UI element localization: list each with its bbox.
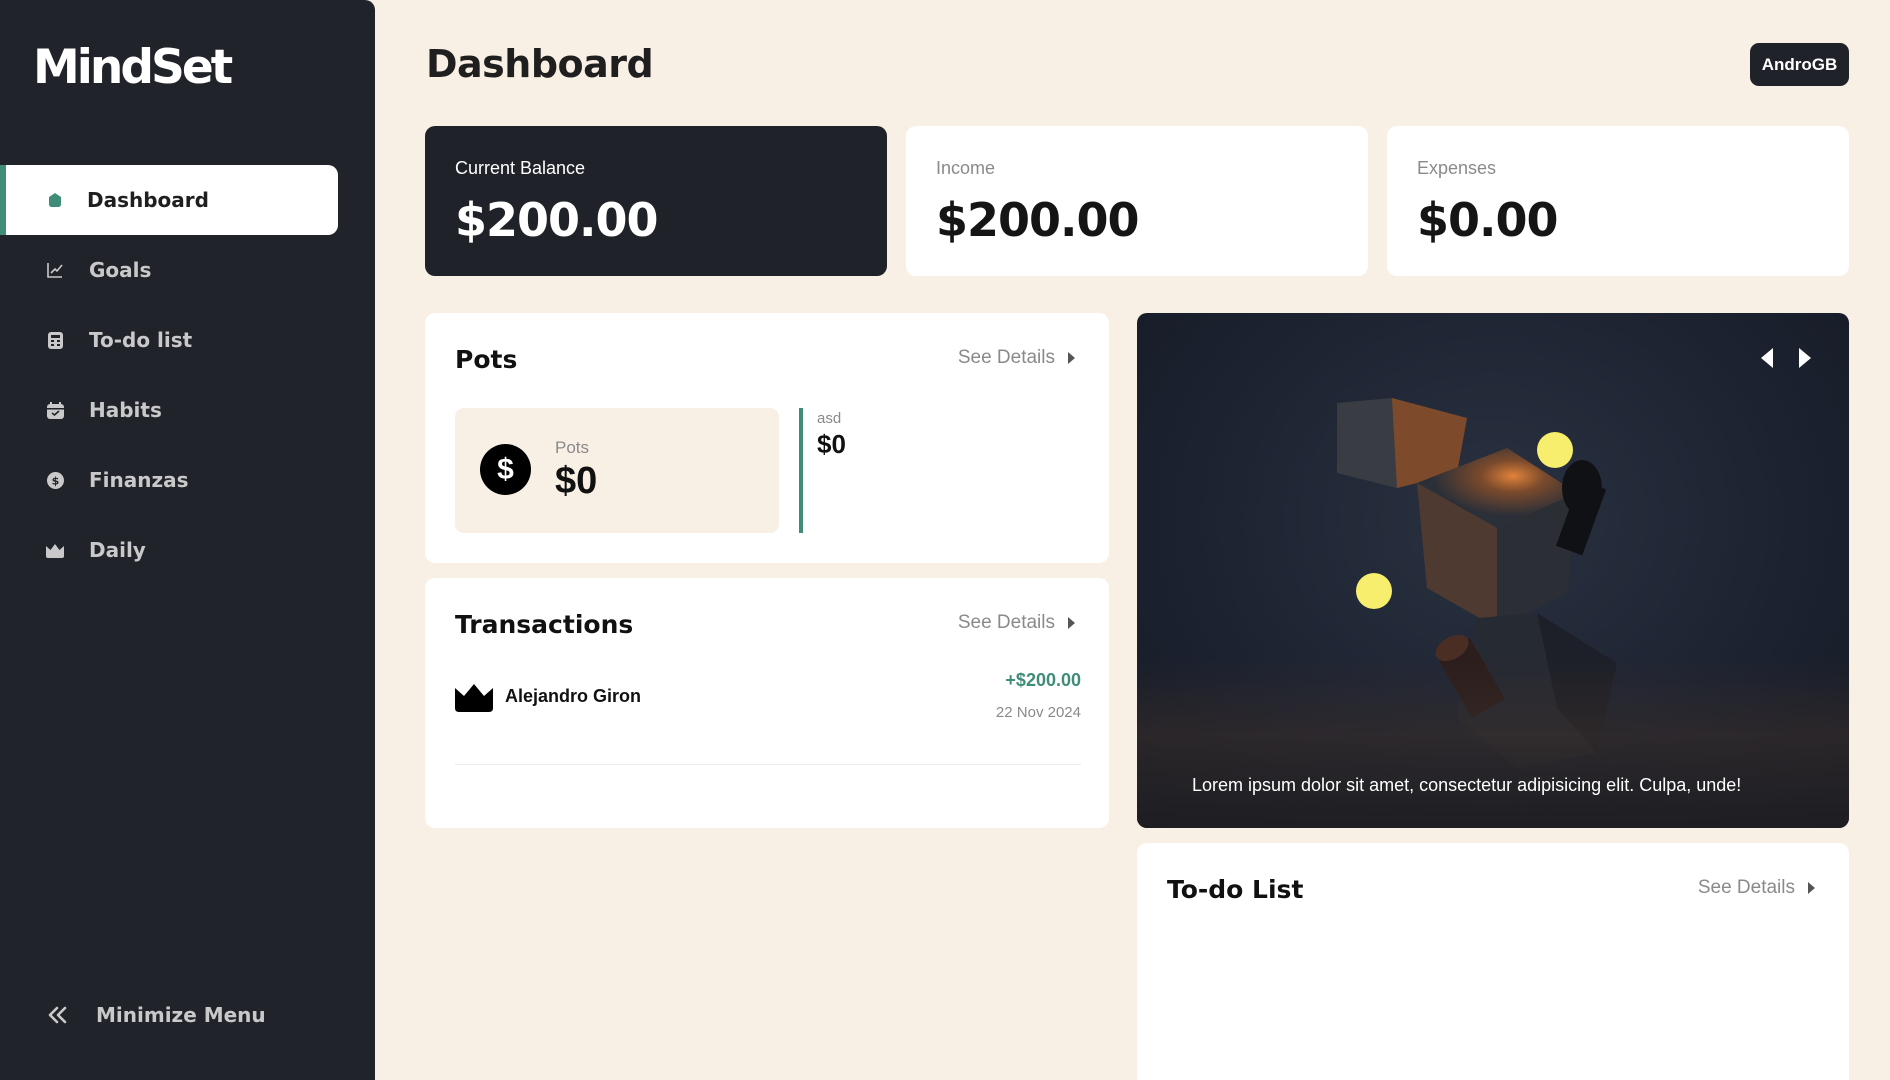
sidebar-item-label: Daily (89, 538, 146, 562)
pots-see-details-link[interactable]: See Details (958, 347, 1075, 369)
caret-right-icon (1807, 882, 1815, 894)
todo-see-details-link[interactable]: See Details (1698, 877, 1815, 899)
calculator-icon (46, 331, 64, 349)
pot-item-value: $0 (817, 429, 846, 459)
panel-title: Transactions (455, 610, 634, 639)
minimize-menu-button[interactable]: Minimize Menu (48, 1003, 266, 1027)
double-chevron-left-icon (48, 1003, 72, 1027)
transaction-name: Alejandro Giron (505, 686, 642, 706)
sidebar-item-daily[interactable]: Daily (0, 515, 338, 585)
transaction-amount: +$200.00 (1005, 670, 1081, 690)
caret-right-icon[interactable] (1799, 348, 1811, 368)
sidebar-item-todo[interactable]: To-do list (0, 305, 338, 375)
current-balance-card: Current Balance $200.00 (425, 126, 887, 276)
circle-icon (46, 191, 64, 209)
sidebar-item-goals[interactable]: Goals (0, 235, 338, 305)
hero-caption: Lorem ipsum dolor sit amet, consectetur … (1192, 775, 1742, 795)
see-details-label: See Details (1697, 877, 1795, 898)
sidebar-nav: Dashboard Goals To-do list Habits $ Fina… (0, 165, 338, 585)
stat-label: Current Balance (455, 158, 586, 178)
sidebar-item-label: To-do list (89, 328, 193, 352)
sidebar-item-label: Goals (89, 258, 152, 282)
transaction-row[interactable]: Alejandro Giron +$200.00 22 Nov 2024 (455, 670, 1081, 765)
user-badge[interactable]: AndroGB (1750, 43, 1849, 86)
dollar-circle-icon: $ (46, 471, 64, 489)
sidebar-item-label: Habits (89, 398, 162, 422)
app-logo[interactable]: MindSet (33, 40, 233, 95)
stat-label: Expenses (1417, 158, 1497, 178)
see-details-label: See Details (957, 347, 1055, 368)
svg-text:$: $ (51, 474, 59, 487)
pot-label: Pots (555, 438, 590, 457)
pot-item[interactable]: asd $0 (799, 408, 846, 533)
panel-title: To-do List (1167, 875, 1304, 904)
caret-left-icon[interactable] (1761, 348, 1773, 368)
hero-carousel: Lorem ipsum dolor sit amet, consectetur … (1137, 313, 1849, 828)
crown-icon (455, 682, 493, 712)
sidebar-item-label: Dashboard (87, 188, 209, 212)
hero-floor-gradient (1137, 658, 1849, 828)
transaction-date: 22 Nov 2024 (995, 704, 1081, 721)
carousel-arrows (1761, 348, 1811, 368)
sidebar-item-label: Finanzas (89, 468, 189, 492)
sidebar-item-dashboard[interactable]: Dashboard (0, 165, 338, 235)
caret-right-icon (1067, 352, 1075, 364)
transactions-panel: Transactions See Details Alejandro Giron… (425, 578, 1109, 828)
stat-value: $200.00 (455, 193, 659, 247)
transactions-see-details-link[interactable]: See Details (958, 612, 1075, 634)
see-details-label: See Details (957, 612, 1055, 633)
dollar-icon: $ (480, 444, 531, 495)
calendar-icon (46, 401, 64, 419)
panel-title: Pots (455, 345, 518, 374)
income-card: Income $200.00 (906, 126, 1368, 276)
crown-icon (46, 541, 64, 559)
pot-item-label: asd (817, 410, 842, 427)
sidebar-item-finanzas[interactable]: $ Finanzas (0, 445, 338, 515)
stat-value: $0.00 (1417, 193, 1559, 247)
stat-value: $200.00 (936, 193, 1140, 247)
sidebar-item-habits[interactable]: Habits (0, 375, 338, 445)
pots-total-card[interactable]: $ Pots $0 (455, 408, 779, 533)
expenses-card: Expenses $0.00 (1387, 126, 1849, 276)
pot-value: $0 (555, 460, 598, 502)
chart-line-icon (46, 261, 64, 279)
pots-panel: Pots See Details $ Pots $0 asd $0 (425, 313, 1109, 563)
page-title: Dashboard (426, 42, 654, 86)
sidebar: MindSet Dashboard Goals To-do list Habit… (0, 0, 375, 1080)
minimize-menu-label: Minimize Menu (96, 1003, 266, 1027)
caret-right-icon (1067, 617, 1075, 629)
stat-label: Income (936, 158, 996, 178)
todo-panel: To-do List See Details (1137, 843, 1849, 1080)
